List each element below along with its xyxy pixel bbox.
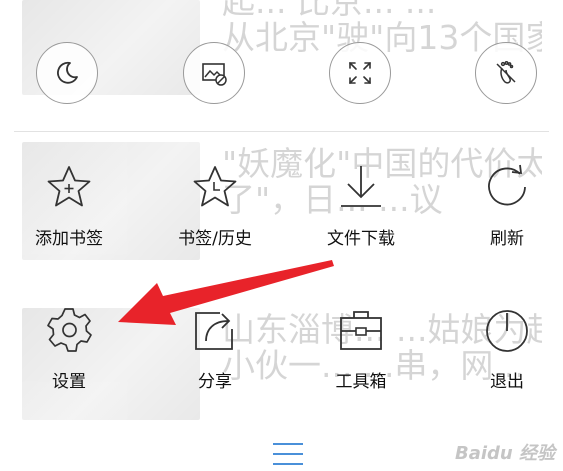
add-bookmark-button[interactable]: 添加书签: [14, 160, 124, 270]
settings-button[interactable]: 设置: [14, 303, 124, 413]
toolbox-button[interactable]: 工具箱: [306, 303, 416, 413]
refresh-icon: [480, 160, 534, 214]
star-plus-icon: [42, 160, 96, 214]
power-icon: [480, 303, 534, 357]
download-icon: [334, 160, 388, 214]
file-download-label: 文件下载: [327, 229, 395, 249]
share-button[interactable]: 分享: [160, 303, 270, 413]
refresh-label: 刷新: [490, 229, 524, 249]
share-icon: [188, 303, 242, 357]
no-trace-mode-button[interactable]: [475, 42, 537, 104]
no-image-mode-button[interactable]: [183, 42, 245, 104]
bookmarks-history-button[interactable]: 书签/历史: [160, 160, 270, 270]
bookmarks-history-label: 书签/历史: [178, 229, 252, 249]
night-mode-button[interactable]: [36, 42, 98, 104]
toolbox-label: 工具箱: [335, 372, 387, 392]
settings-label: 设置: [52, 372, 86, 392]
gear-icon: [42, 303, 96, 357]
exit-label: 退出: [490, 372, 524, 392]
toolbox-icon: [334, 303, 388, 357]
exit-button[interactable]: 退出: [452, 303, 562, 413]
footprint-off-icon: [496, 61, 516, 84]
star-clock-icon: [188, 160, 242, 214]
fullscreen-button[interactable]: [329, 42, 391, 104]
file-download-button[interactable]: 文件下载: [306, 160, 416, 270]
menu-divider: [14, 131, 549, 132]
add-bookmark-label: 添加书签: [35, 229, 103, 249]
moon-icon: [57, 61, 78, 84]
expand-icon: [349, 62, 371, 84]
refresh-button[interactable]: 刷新: [452, 160, 562, 270]
share-label: 分享: [198, 372, 232, 392]
baidu-watermark: Baidu 经验: [454, 443, 555, 464]
browser-menu-screen: 起... 比京... ... 从北京"驶"向13个国家 "妖魔化"中国的代价太高…: [0, 0, 563, 471]
browser-menu-panel: 添加书签 书签/历史 文件下载 刷新 设置 分享 工具箱 退出: [0, 0, 563, 471]
image-off-icon: [202, 63, 227, 86]
menu-toggle-icon[interactable]: [273, 443, 303, 465]
